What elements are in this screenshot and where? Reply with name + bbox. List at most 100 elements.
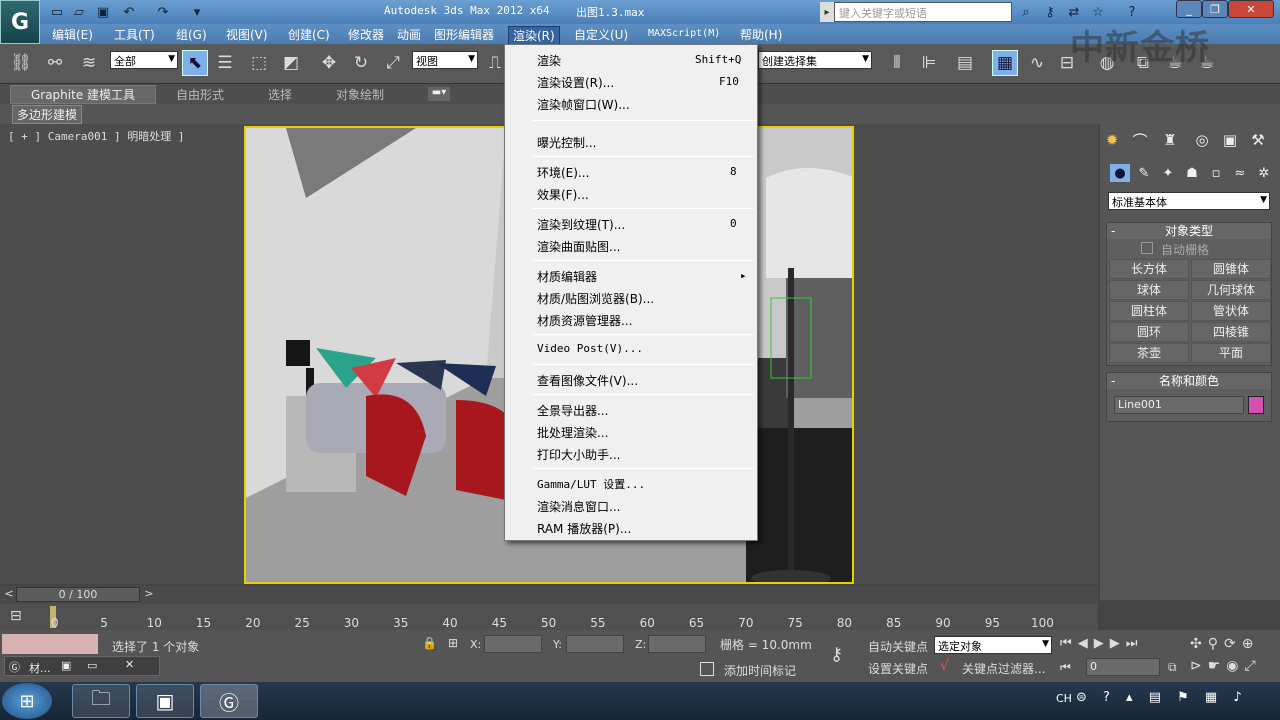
menu-create[interactable]: 创建(C): [288, 26, 330, 43]
y-coord-field[interactable]: [566, 635, 624, 653]
ribbon-options-icon[interactable]: ▬▾: [428, 87, 450, 101]
time-tag-icon[interactable]: [700, 662, 714, 676]
cameras-icon[interactable]: ☗: [1182, 164, 1202, 182]
menu-item-render-setup[interactable]: 渲染设置(R)...: [537, 74, 614, 91]
tab-selection[interactable]: 选择: [268, 86, 292, 103]
key-selection-dropdown[interactable]: 选定对象 ▼: [934, 636, 1052, 654]
auto-key-button[interactable]: 自动关键点: [868, 638, 928, 655]
helpers-icon[interactable]: ▫: [1206, 164, 1226, 182]
viewport-navigation-controls-2[interactable]: ⊳☛◉⤢: [1190, 658, 1262, 674]
rotate-icon[interactable]: ↻: [348, 50, 374, 76]
restore-small-icon[interactable]: ▣: [61, 659, 71, 672]
menu-item-rendered-frame-window[interactable]: 渲染帧窗口(W)...: [537, 96, 630, 113]
rollout-title[interactable]: - 名称和颜色: [1107, 373, 1271, 389]
geometry-icon[interactable]: ●: [1110, 164, 1130, 182]
menu-maxscript[interactable]: MAXScript(M): [648, 28, 720, 39]
help-icon[interactable]: ?: [1122, 3, 1142, 21]
menu-animation[interactable]: 动画: [397, 26, 421, 43]
torus-button[interactable]: 圆环: [1109, 322, 1189, 342]
layer-manager-icon[interactable]: ▤: [952, 50, 978, 76]
tray-icons[interactable]: ⊜ ? ▴ ▤ ⚑ ▦ ♪: [1076, 690, 1248, 705]
tab-object-paint[interactable]: 对象绘制: [336, 86, 384, 103]
playback-controls[interactable]: ⏮◀▶▶⏭: [1060, 636, 1143, 651]
menu-item-environment[interactable]: 环境(E)...: [537, 164, 589, 181]
sun-icon[interactable]: ✹: [1102, 130, 1122, 150]
undo-icon[interactable]: ↶: [120, 3, 138, 21]
start-button[interactable]: ⊞: [2, 683, 52, 719]
menu-graph-editors[interactable]: 图形编辑器: [434, 26, 494, 43]
prev-frame-icon[interactable]: <: [2, 587, 16, 602]
tab-polygon-modeling[interactable]: 多边形建模: [12, 105, 83, 124]
menu-views[interactable]: 视图(V): [226, 26, 268, 43]
object-color-swatch[interactable]: [1248, 396, 1264, 414]
menu-item-panorama-exporter[interactable]: 全景导出器...: [537, 402, 608, 419]
time-slider[interactable]: 0 / 100: [16, 587, 140, 602]
cone-button[interactable]: 圆锥体: [1191, 259, 1271, 279]
teapot-button[interactable]: 茶壶: [1109, 343, 1189, 363]
menu-item-render-to-texture[interactable]: 渲染到纹理(T)...: [537, 216, 625, 233]
maximize-small-icon[interactable]: ▭: [87, 659, 97, 672]
spacewarps-icon[interactable]: ≈: [1230, 164, 1250, 182]
scene-explorer-icon[interactable]: ▦: [992, 50, 1018, 76]
scale-icon[interactable]: ⤢: [380, 50, 406, 76]
motion-tab-icon[interactable]: ◎: [1192, 130, 1212, 150]
app-logo-button[interactable]: G: [0, 0, 40, 44]
rollout-title[interactable]: - 对象类型: [1107, 223, 1271, 239]
save-icon[interactable]: ▣: [94, 3, 112, 21]
key-mode-icon[interactable]: ⏮: [1060, 660, 1071, 675]
menu-modifiers[interactable]: 修改器: [348, 26, 384, 43]
tab-freeform[interactable]: 自由形式: [176, 86, 224, 103]
pyramid-button[interactable]: 四棱锥: [1191, 322, 1271, 342]
menu-item-effects[interactable]: 效果(F)...: [537, 186, 589, 203]
minimized-window[interactable]: Ⓖ 材... ▣ ▭ ✕: [4, 656, 160, 676]
binoculars-icon[interactable]: ⌕: [1016, 3, 1036, 21]
selection-filter-dropdown[interactable]: 全部 ▼: [110, 51, 178, 69]
menu-edit[interactable]: 编辑(E): [52, 26, 93, 43]
box-button[interactable]: 长方体: [1109, 259, 1189, 279]
star-icon[interactable]: ☆: [1088, 3, 1108, 21]
minimize-button[interactable]: _: [1176, 0, 1202, 18]
z-coord-field[interactable]: [648, 635, 706, 653]
search-expand-icon[interactable]: ▸: [820, 2, 834, 22]
set-key-button[interactable]: 设置关键点: [868, 660, 928, 677]
language-indicator[interactable]: CH: [1056, 692, 1072, 705]
menu-item-gamma-lut[interactable]: Gamma/LUT 设置...: [537, 476, 645, 492]
utilities-tab-icon[interactable]: ⚒: [1248, 130, 1268, 150]
mini-curve-editor-icon[interactable]: ⊟: [10, 608, 22, 624]
key-icon[interactable]: ⚷: [1040, 3, 1060, 21]
lock-icon[interactable]: 🔒: [422, 636, 437, 650]
lights-icon[interactable]: ✦: [1158, 164, 1178, 182]
menu-item-batch-render[interactable]: 批处理渲染...: [537, 424, 608, 441]
move-icon[interactable]: ✥: [316, 50, 342, 76]
object-name-field[interactable]: Line001: [1114, 396, 1244, 414]
absolute-mode-icon[interactable]: ⊞: [448, 636, 458, 650]
current-frame-field[interactable]: 0: [1086, 658, 1160, 676]
maxscript-listener[interactable]: [2, 634, 98, 654]
next-frame-icon[interactable]: >: [142, 587, 156, 602]
menu-item-exposure-control[interactable]: 曝光控制...: [537, 134, 596, 151]
cylinder-button[interactable]: 圆柱体: [1109, 301, 1189, 321]
time-config-icon[interactable]: ⧉: [1168, 660, 1177, 675]
select-by-name-icon[interactable]: ☰: [212, 50, 238, 76]
bind-spacewarp-icon[interactable]: ≋: [76, 50, 102, 76]
geosphere-button[interactable]: 几何球体: [1191, 280, 1271, 300]
viewport-navigation-controls[interactable]: ✣⚲⟳⊕: [1190, 636, 1259, 652]
link-icon[interactable]: ⛓: [8, 50, 34, 76]
systems-icon[interactable]: ✲: [1254, 164, 1274, 182]
tube-button[interactable]: 管状体: [1191, 301, 1271, 321]
align-icon[interactable]: ⊫: [916, 50, 942, 76]
x-coord-field[interactable]: [484, 635, 542, 653]
viewport-label[interactable]: [ + ] Camera001 ] 明暗处理 ]: [8, 128, 184, 144]
restore-button[interactable]: ❐: [1202, 0, 1228, 18]
close-small-icon[interactable]: ✕: [125, 658, 134, 671]
open-icon[interactable]: ▱: [70, 3, 88, 21]
menu-group[interactable]: 组(G): [176, 26, 207, 43]
modify-tab-icon[interactable]: ⌒: [1130, 130, 1150, 150]
menu-item-render[interactable]: 渲染: [537, 52, 561, 69]
redo-icon[interactable]: ↷: [154, 3, 172, 21]
dropdown-icon[interactable]: ▾: [188, 3, 206, 21]
named-selection-dropdown[interactable]: 创建选择集 ▼: [758, 51, 872, 69]
display-tab-icon[interactable]: ▣: [1220, 130, 1240, 150]
menu-item-render-surface-map[interactable]: 渲染曲面贴图...: [537, 238, 620, 255]
tab-graphite-modeling[interactable]: Graphite 建模工具: [10, 85, 156, 104]
